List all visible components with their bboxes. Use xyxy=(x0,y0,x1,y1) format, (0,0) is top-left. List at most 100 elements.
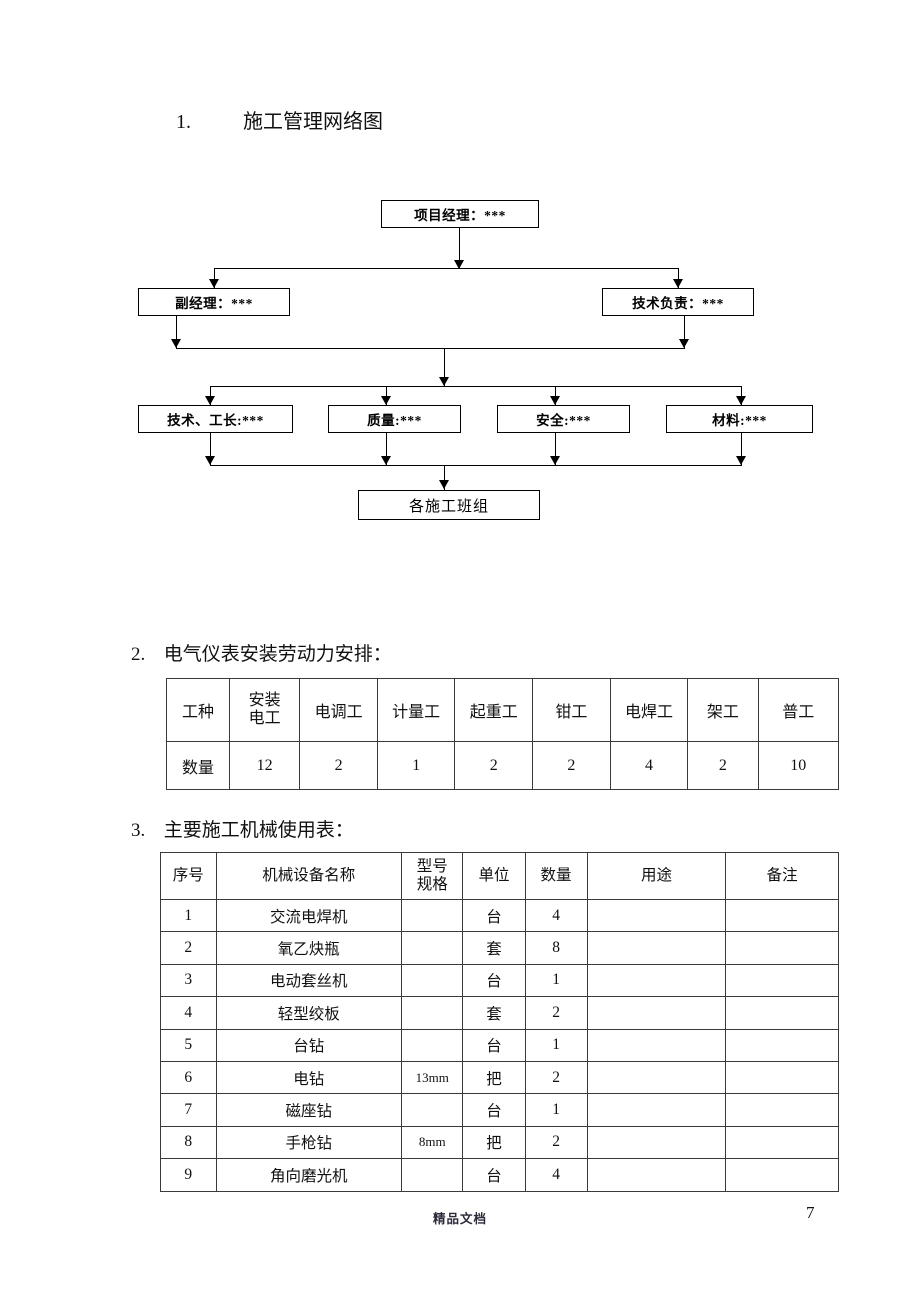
org-node-deputy-manager: 副经理：*** xyxy=(138,288,290,316)
arrowhead-r4-merge xyxy=(736,456,746,465)
machine-header-remark: 备注 xyxy=(725,852,839,900)
table-row: 7 磁座钻 台 1 xyxy=(160,1093,839,1127)
machine-cell-qty: 2 xyxy=(524,1125,588,1160)
labour-header-scaffolder: 架工 xyxy=(687,678,759,742)
machine-cell-name: 电动套丝机 xyxy=(215,963,403,998)
machine-cell-name: 手枪钻 xyxy=(215,1125,403,1160)
table-row-trade-names: 工种 安装 电工 电调工 计量工 起重工 钳工 电焊工 架工 普工 xyxy=(166,678,840,742)
section-1-number: 1. xyxy=(176,111,191,133)
labour-count-welder: 4 xyxy=(609,741,689,790)
machine-cell-name: 电钻 xyxy=(215,1060,403,1095)
machine-cell-unit: 套 xyxy=(462,996,526,1030)
machine-cell-qty: 1 xyxy=(524,963,588,998)
org-node-materials: 材料:*** xyxy=(666,405,813,433)
machine-cell-qty: 1 xyxy=(524,1093,588,1127)
org-node-label: 技术负责：*** xyxy=(632,296,724,311)
table-row: 6 电钻 13mm 把 2 xyxy=(160,1060,839,1095)
machine-cell-qty: 8 xyxy=(524,931,588,965)
machine-header-unit: 单位 xyxy=(462,852,526,900)
table-row: 1 交流电焊机 台 4 xyxy=(160,898,839,933)
labour-header-welder: 电焊工 xyxy=(609,678,689,742)
org-node-label: 技术、工长:*** xyxy=(167,413,264,428)
labour-count-general-worker: 10 xyxy=(757,741,840,790)
connector-bus-level3 xyxy=(210,386,741,388)
machine-header-use: 用途 xyxy=(586,852,727,900)
machine-cell-index: 9 xyxy=(160,1158,217,1192)
arrowhead-level3-2 xyxy=(381,396,391,405)
machine-cell-use xyxy=(586,1060,727,1095)
arrowhead-deputy-merge xyxy=(171,339,181,348)
machine-cell-spec xyxy=(401,963,464,998)
org-node-label: 材料:*** xyxy=(712,413,767,428)
arrowhead-merge-down xyxy=(439,377,449,386)
table-row: 9 角向磨光机 台 4 xyxy=(160,1158,839,1192)
machine-cell-use xyxy=(586,898,727,933)
machine-cell-qty: 1 xyxy=(524,1028,588,1062)
machine-cell-spec xyxy=(401,1028,464,1062)
labour-header-fitter: 钳工 xyxy=(532,678,611,742)
labour-count-rigger: 2 xyxy=(454,741,534,790)
machine-cell-unit: 台 xyxy=(462,963,526,998)
machine-header-spec: 型号 规格 xyxy=(401,852,464,900)
machine-cell-use xyxy=(586,1125,727,1160)
machine-cell-unit: 把 xyxy=(462,1060,526,1095)
arrowhead-level3-3 xyxy=(550,396,560,405)
machine-cell-use xyxy=(586,996,727,1030)
arrowhead-r1-merge xyxy=(205,456,215,465)
labour-arrangement-table: 工种 安装 电工 电调工 计量工 起重工 钳工 电焊工 架工 普工 数量 12 … xyxy=(166,678,840,790)
org-node-project-manager: 项目经理：*** xyxy=(381,200,539,228)
machine-cell-use xyxy=(586,963,727,998)
section-3-heading: 3. 主要施工机械使用表： xyxy=(131,820,354,842)
machine-cell-remark xyxy=(725,1093,839,1127)
table-row: 5 台钻 台 1 xyxy=(160,1028,839,1062)
machine-cell-qty: 2 xyxy=(524,1060,588,1095)
section-2-title: 电气仪表安装劳动力安排： xyxy=(163,644,392,665)
machine-cell-name: 磁座钻 xyxy=(215,1093,403,1127)
footer-watermark-text: 精品文档 xyxy=(432,1212,487,1226)
machine-cell-spec xyxy=(401,1158,464,1192)
connector-bus-level2 xyxy=(214,268,678,270)
org-node-technique-foreman: 技术、工长:*** xyxy=(138,405,293,433)
labour-header-commissioning-electrician: 电调工 xyxy=(299,678,378,742)
machine-cell-name: 氧乙炔瓶 xyxy=(215,931,403,965)
machine-cell-qty: 4 xyxy=(524,898,588,933)
machine-cell-index: 5 xyxy=(160,1028,217,1062)
labour-row-label-trade: 工种 xyxy=(166,678,230,742)
machine-cell-unit: 台 xyxy=(462,1093,526,1127)
section-2-heading: 2. 电气仪表安装劳动力安排： xyxy=(131,644,392,666)
machine-header-qty: 数量 xyxy=(524,852,588,900)
construction-management-org-chart: 项目经理：*** 副经理：*** 技术负责：*** 技术、工长:*** 质量:*… xyxy=(0,180,920,540)
machine-cell-spec xyxy=(401,898,464,933)
arrowhead-level3-1 xyxy=(205,396,215,405)
labour-count-fitter: 2 xyxy=(532,741,611,790)
arrowhead-tech-merge xyxy=(679,339,689,348)
labour-header-general-worker: 普工 xyxy=(757,678,840,742)
labour-count-metering-worker: 1 xyxy=(376,741,456,790)
machine-cell-remark xyxy=(725,1125,839,1160)
section-1-title: 施工管理网络图 xyxy=(243,111,383,133)
section-3-number: 3. xyxy=(131,820,146,841)
org-node-label: 安全:*** xyxy=(536,413,591,428)
connector-bottom-bar xyxy=(210,465,742,467)
labour-count-scaffolder: 2 xyxy=(687,741,759,790)
section-3-title: 主要施工机械使用表： xyxy=(163,820,354,841)
machine-cell-unit: 台 xyxy=(462,1158,526,1192)
table-row: 3 电动套丝机 台 1 xyxy=(160,963,839,998)
arrowhead-r2-merge xyxy=(381,456,391,465)
machine-cell-index: 7 xyxy=(160,1093,217,1127)
machine-cell-index: 6 xyxy=(160,1060,217,1095)
machine-cell-use xyxy=(586,1093,727,1127)
machine-cell-unit: 把 xyxy=(462,1125,526,1160)
machine-cell-remark xyxy=(725,996,839,1030)
machine-cell-use xyxy=(586,1028,727,1062)
section-1-heading: 1. 施工管理网络图 xyxy=(176,111,383,133)
machine-cell-index: 2 xyxy=(160,931,217,965)
org-node-technical-lead: 技术负责：*** xyxy=(602,288,754,316)
machine-cell-name: 台钻 xyxy=(215,1028,403,1062)
org-node-label: 项目经理：*** xyxy=(414,208,506,223)
machine-cell-spec xyxy=(401,931,464,965)
machine-cell-unit: 台 xyxy=(462,898,526,933)
machine-cell-spec: 8mm xyxy=(401,1125,464,1160)
table-row: 4 轻型绞板 套 2 xyxy=(160,996,839,1030)
machine-cell-index: 8 xyxy=(160,1125,217,1160)
